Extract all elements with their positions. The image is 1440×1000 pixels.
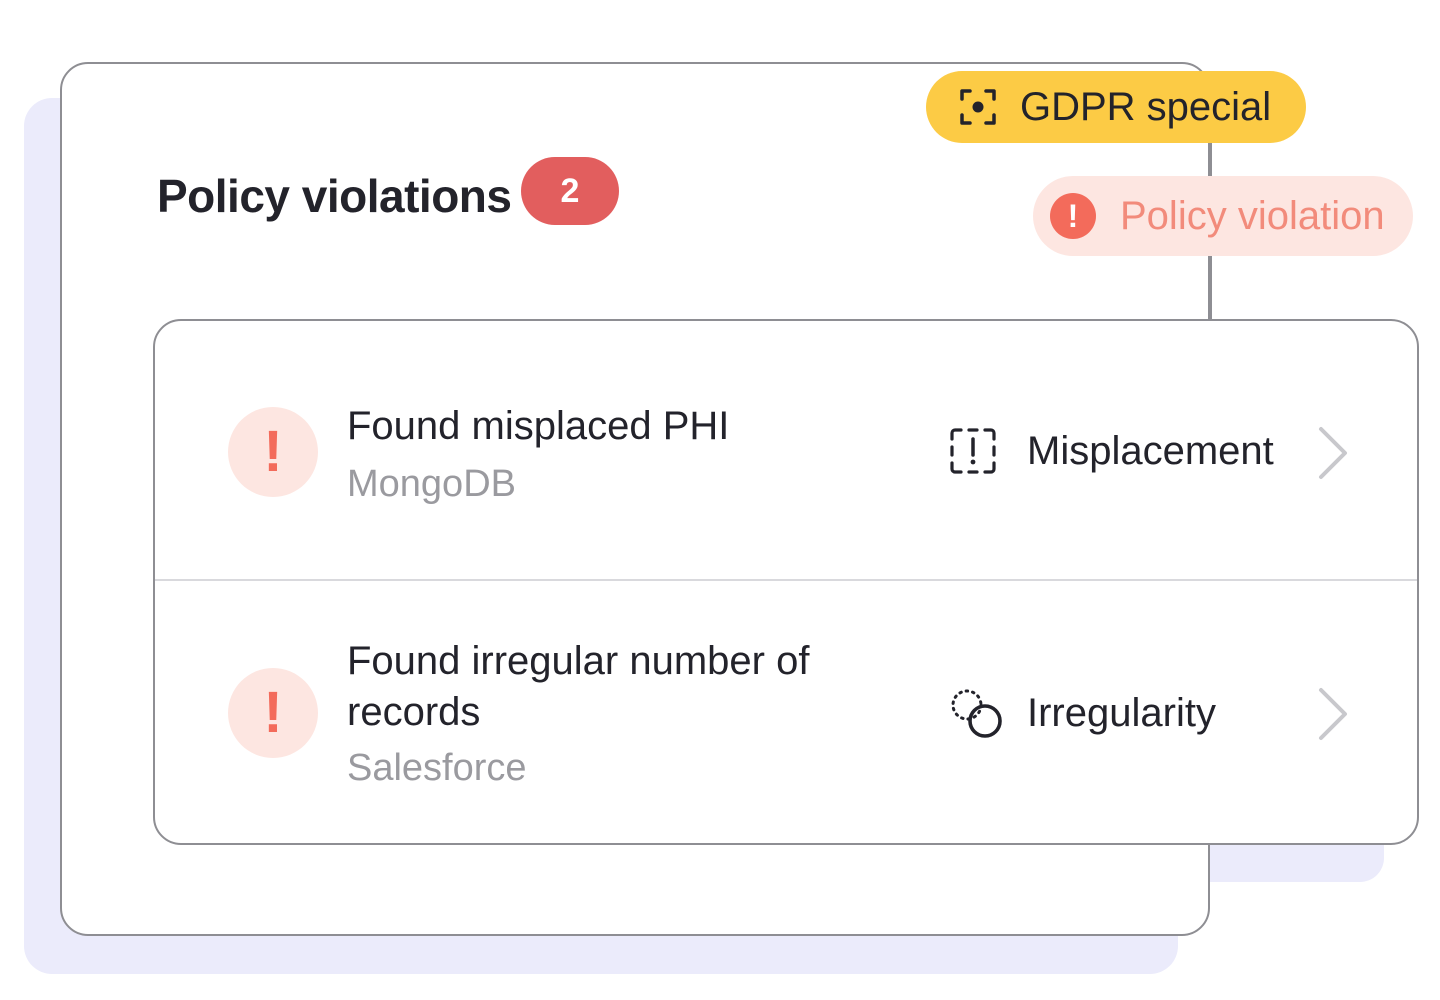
- connector-line: [1210, 256, 1212, 320]
- violations-list: ! Found misplaced PHI MongoDB Misplaceme…: [153, 319, 1419, 845]
- violation-category: Misplacement: [949, 427, 1274, 475]
- alert-circle-icon: !: [1050, 193, 1096, 239]
- violation-title: Found irregular number of records: [347, 639, 810, 734]
- violation-source: Salesforce: [347, 747, 527, 789]
- category-label: Irregularity: [1027, 690, 1216, 735]
- violation-category: Irregularity: [949, 685, 1216, 741]
- policy-violation-tag[interactable]: ! Policy violation: [1033, 176, 1413, 256]
- violation-row[interactable]: ! Found misplaced PHI MongoDB Misplaceme…: [155, 321, 1417, 581]
- violation-source: MongoDB: [347, 463, 516, 505]
- violation-title: Found misplaced PHI: [347, 404, 730, 448]
- focus-target-icon: [960, 89, 996, 125]
- alert-icon: !: [228, 407, 318, 497]
- misplacement-icon: [950, 428, 996, 474]
- page-title: Policy violations: [157, 170, 512, 222]
- connector-line: [1210, 143, 1212, 176]
- chevron-right-icon[interactable]: [1313, 682, 1353, 746]
- alert-icon: !: [228, 668, 318, 758]
- category-label: Misplacement: [1027, 428, 1274, 473]
- violations-count-badge: 2: [521, 157, 619, 225]
- violation-row[interactable]: ! Found irregular number of records Sale…: [155, 581, 1417, 843]
- policy-violation-label: Policy violation: [1120, 193, 1385, 238]
- chevron-right-icon[interactable]: [1313, 421, 1353, 485]
- gdpr-special-tag[interactable]: GDPR special: [926, 71, 1306, 143]
- irregularity-icon: [951, 689, 1002, 738]
- gdpr-special-label: GDPR special: [1020, 84, 1272, 129]
- stage: Policy violations 2 GDPR special ! Polic…: [0, 0, 1440, 1000]
